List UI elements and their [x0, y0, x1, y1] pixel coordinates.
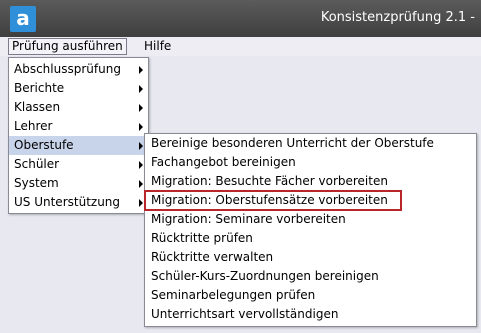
submenu-item-migration-seminare[interactable]: Migration: Seminare vorbereiten	[145, 210, 476, 229]
menu-hilfe[interactable]: Hilfe	[141, 38, 174, 55]
submenu-arrow-icon	[139, 104, 143, 112]
menu-item-us-unterstuetzung[interactable]: US Unterstützung	[9, 193, 148, 212]
menu-item-label: Klassen	[14, 100, 61, 114]
submenu-item-label: Migration: Seminare vorbereiten	[151, 212, 346, 226]
pruefung-ausfuehren-menu: Abschlussprüfung Berichte Klassen Lehrer…	[8, 57, 149, 214]
submenu-item-seminarbelegungen-pruefen[interactable]: Seminarbelegungen prüfen	[145, 286, 476, 305]
title-bar: a Konsistenzprüfung 2.1 -	[0, 0, 481, 37]
menu-item-label: System	[14, 176, 59, 190]
submenu-item-label: Fachangebot bereinigen	[151, 155, 296, 169]
menu-item-label: Lehrer	[14, 119, 53, 133]
submenu-item-unterrichtsart-vervollstaendigen[interactable]: Unterrichtsart vervollständigen	[145, 305, 476, 324]
menu-item-label: Oberstufe	[14, 138, 74, 152]
submenu-item-bereinige-besonderen-unterricht[interactable]: Bereinige besonderen Unterricht der Ober…	[145, 134, 476, 153]
submenu-item-ruecktritte-verwalten[interactable]: Rücktritte verwalten	[145, 248, 476, 267]
submenu-item-migration-besuchte-faecher[interactable]: Migration: Besuchte Fächer vorbereiten	[145, 172, 476, 191]
submenu-arrow-icon	[139, 142, 143, 150]
submenu-arrow-icon	[139, 161, 143, 169]
app-logo-letter: a	[16, 6, 30, 30]
submenu-item-label: Rücktritte verwalten	[151, 250, 274, 264]
window-title: Konsistenzprüfung 2.1 -	[320, 10, 475, 25]
submenu-arrow-icon	[139, 199, 143, 207]
oberstufe-submenu: Bereinige besonderen Unterricht der Ober…	[144, 133, 477, 327]
menu-item-label: Berichte	[14, 81, 65, 95]
menu-item-lehrer[interactable]: Lehrer	[9, 117, 148, 136]
submenu-item-fachangebot-bereinigen[interactable]: Fachangebot bereinigen	[145, 153, 476, 172]
menu-item-label: US Unterstützung	[14, 195, 121, 209]
menu-item-oberstufe[interactable]: Oberstufe	[9, 136, 148, 155]
menu-item-label: Abschlussprüfung	[14, 62, 121, 76]
menu-pruefung-ausfuehren[interactable]: Prüfung ausführen	[8, 38, 127, 55]
menu-item-schueler[interactable]: Schüler	[9, 155, 148, 174]
submenu-item-schueler-kurs-zuordnungen[interactable]: Schüler-Kurs-Zuordnungen bereinigen	[145, 267, 476, 286]
submenu-arrow-icon	[139, 66, 143, 74]
app-logo-icon: a	[10, 6, 36, 32]
menu-item-klassen[interactable]: Klassen	[9, 98, 148, 117]
menu-item-berichte[interactable]: Berichte	[9, 79, 148, 98]
menu-item-abschlusspruefung[interactable]: Abschlussprüfung	[9, 60, 148, 79]
submenu-item-label: Schüler-Kurs-Zuordnungen bereinigen	[151, 269, 379, 283]
submenu-item-label: Bereinige besonderen Unterricht der Ober…	[151, 136, 434, 150]
menu-item-label: Schüler	[14, 157, 60, 171]
submenu-item-label: Unterrichtsart vervollständigen	[151, 307, 339, 321]
menu-bar: Prüfung ausführen Hilfe	[0, 37, 481, 56]
menu-item-system[interactable]: System	[9, 174, 148, 193]
submenu-arrow-icon	[139, 85, 143, 93]
submenu-item-label: Migration: Besuchte Fächer vorbereiten	[151, 174, 388, 188]
submenu-arrow-icon	[139, 180, 143, 188]
submenu-item-label: Seminarbelegungen prüfen	[151, 288, 316, 302]
submenu-item-ruecktritte-pruefen[interactable]: Rücktritte prüfen	[145, 229, 476, 248]
highlight-annotation-box	[144, 190, 402, 211]
submenu-item-label: Rücktritte prüfen	[151, 231, 253, 245]
submenu-arrow-icon	[139, 123, 143, 131]
